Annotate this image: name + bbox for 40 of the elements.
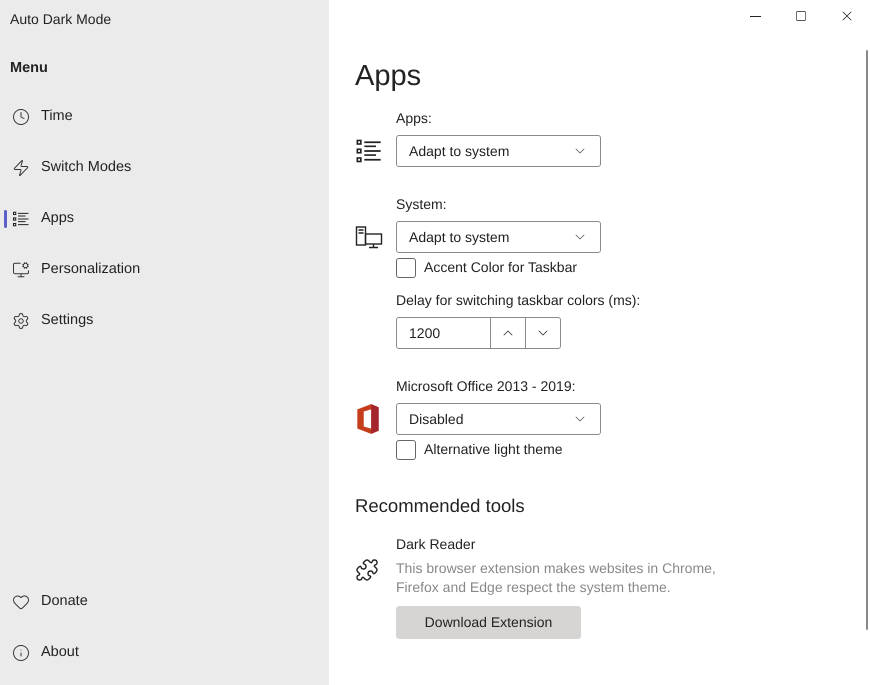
tool-name: Dark Reader [396, 534, 476, 554]
download-button[interactable]: Download Extension [396, 606, 581, 639]
nav-item[interactable]: Time [4, 106, 73, 128]
dropdown[interactable]: Disabled [396, 403, 601, 435]
menu-heading: Menu [9, 59, 49, 78]
checkbox-label: Alternative light theme [424, 440, 563, 459]
increment-button[interactable] [491, 317, 526, 349]
spinner-label: Delay for switching taskbar colors (ms): [396, 291, 642, 310]
tool-description: This browser extension makes websites in Chrome, Firefox and Edge respect the system theme. [396, 558, 717, 597]
maximize-icon [795, 10, 807, 22]
office-logo-icon [355, 403, 381, 435]
dropdown[interactable]: Adapt to system [396, 221, 601, 253]
puzzle-icon [355, 558, 379, 582]
page-title: Apps [355, 59, 422, 94]
nav-item[interactable]: About [4, 642, 79, 664]
dropdown[interactable]: Adapt to system [396, 135, 601, 167]
clock-icon [12, 108, 30, 126]
checkbox-label: Accent Color for Taskbar [424, 258, 578, 277]
settings-icon [12, 312, 30, 330]
checkbox[interactable] [396, 258, 416, 278]
checkbox[interactable] [396, 440, 416, 460]
list-icon [12, 210, 30, 228]
decrement-button[interactable] [526, 317, 561, 349]
nav-item[interactable]: Settings [4, 310, 94, 332]
number-field[interactable]: 1200 [396, 317, 491, 349]
section-heading: Recommended tools [355, 494, 526, 518]
section-label: Microsoft Office 2013 - 2019: [396, 377, 576, 396]
window-title: Auto Dark Mode [9, 10, 112, 29]
lightning-icon [12, 158, 30, 176]
info-icon [12, 644, 30, 662]
section-label: Apps: [396, 109, 433, 128]
heart-icon [12, 592, 30, 610]
list-icon [355, 137, 383, 165]
nav-item[interactable]: Donate [4, 590, 88, 612]
section-label: System: [396, 195, 448, 214]
computer-icon [355, 225, 383, 249]
nav-item[interactable]: Personalization [4, 258, 140, 280]
nav-item[interactable]: Switch Modes [4, 156, 132, 178]
nav-item[interactable]: Apps [4, 208, 74, 230]
monitor-pen-icon [12, 260, 30, 278]
